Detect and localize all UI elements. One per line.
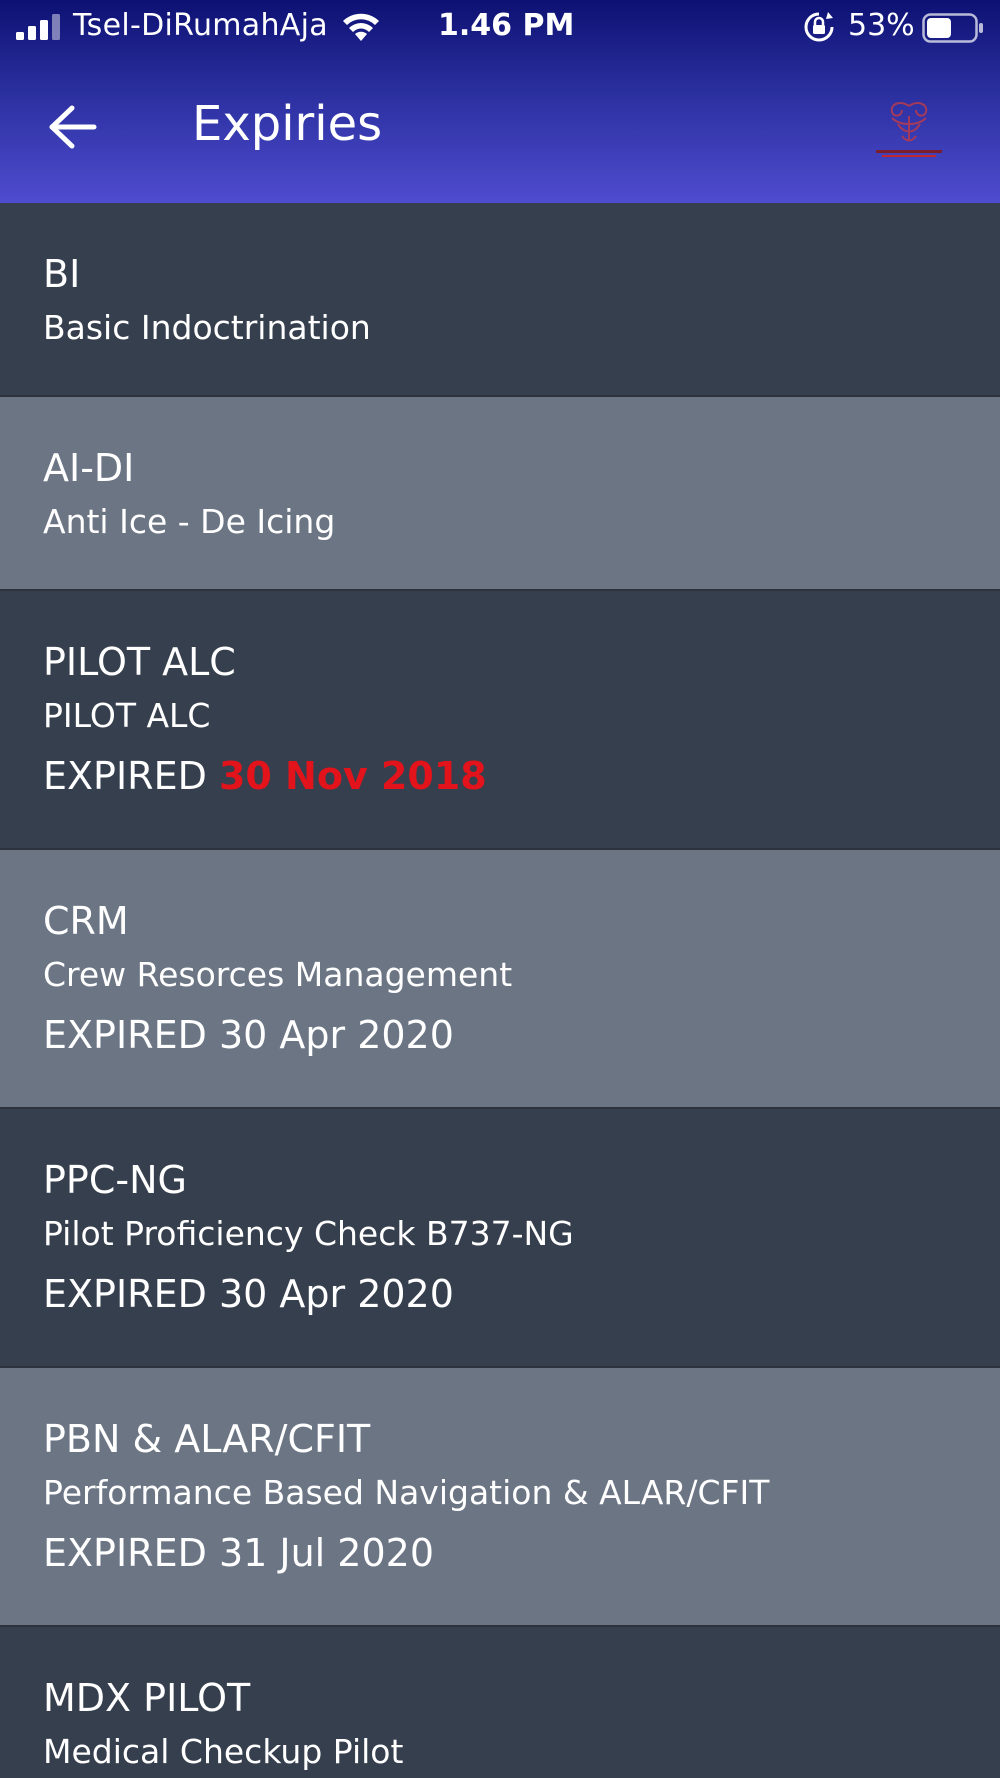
wifi-icon (343, 13, 379, 41)
back-arrow-icon[interactable] (44, 102, 100, 152)
expired-date: 30 Apr 2020 (218, 1013, 454, 1057)
expiries-list: BI Basic Indoctrination AI-DI Anti Ice -… (0, 203, 1000, 1778)
list-item[interactable]: AI-DI Anti Ice - De Icing (0, 397, 1000, 591)
expired-label: EXPIRED (43, 1013, 207, 1057)
list-item[interactable]: BI Basic Indoctrination (0, 203, 1000, 397)
item-code: CRM (43, 899, 129, 943)
orientation-lock-icon (804, 12, 834, 42)
item-name: Pilot Proficiency Check B737-NG (43, 1214, 574, 1253)
expired-date: 31 Jul 2020 (218, 1531, 435, 1575)
item-code: PBN & ALAR/CFIT (43, 1417, 371, 1461)
list-item[interactable]: PPC-NG Pilot Proficiency Check B737-NG E… (0, 1109, 1000, 1368)
item-code: PILOT ALC (43, 640, 236, 684)
expired-label: EXPIRED (43, 754, 207, 798)
nav-bar: Expiries (0, 58, 1000, 203)
cellular-signal-icon (16, 14, 60, 40)
item-expiry: EXPIRED 30 Nov 2018 (43, 751, 1000, 801)
expired-date: 30 Apr 2020 (218, 1272, 454, 1316)
list-item[interactable]: CRM Crew Resorces Management EXPIRED 30 … (0, 850, 1000, 1109)
carrier-name: Tsel-DiRumahAja (73, 8, 328, 43)
item-name: Crew Resorces Management (43, 955, 513, 994)
header: Tsel-DiRumahAja 1.46 PM 53% Expiries (0, 0, 1000, 203)
item-expiry: EXPIRED 31 Jul 2020 (43, 1528, 1000, 1578)
status-bar: Tsel-DiRumahAja 1.46 PM 53% (0, 0, 1000, 58)
list-item[interactable]: PBN & ALAR/CFIT Performance Based Naviga… (0, 1368, 1000, 1627)
item-code: AI-DI (43, 446, 135, 490)
expired-label: EXPIRED (43, 1272, 207, 1316)
item-code: MDX PILOT (43, 1676, 251, 1720)
item-expiry: EXPIRED 30 Apr 2020 (43, 1269, 1000, 1319)
airline-logo-icon (876, 102, 942, 157)
item-name: Anti Ice - De Icing (43, 502, 336, 541)
list-item[interactable]: PILOT ALC PILOT ALC EXPIRED 30 Nov 2018 (0, 591, 1000, 850)
battery-icon (922, 13, 983, 43)
item-name: Medical Checkup Pilot (43, 1732, 404, 1771)
page-title: Expiries (192, 96, 383, 152)
list-item[interactable]: MDX PILOT Medical Checkup Pilot (0, 1627, 1000, 1778)
item-code: PPC-NG (43, 1158, 187, 1202)
battery-percent: 53% (848, 8, 915, 43)
expired-date: 30 Nov 2018 (218, 754, 487, 798)
item-name: Performance Based Navigation & ALAR/CFIT (43, 1473, 770, 1512)
expired-label: EXPIRED (43, 1531, 207, 1575)
item-code: BI (43, 252, 81, 296)
status-time: 1.46 PM (438, 8, 575, 43)
app-screen: Tsel-DiRumahAja 1.46 PM 53% Expiries BI … (0, 0, 1000, 1778)
item-name: PILOT ALC (43, 696, 211, 735)
item-name: Basic Indoctrination (43, 308, 371, 347)
item-expiry: EXPIRED 30 Apr 2020 (43, 1010, 1000, 1060)
